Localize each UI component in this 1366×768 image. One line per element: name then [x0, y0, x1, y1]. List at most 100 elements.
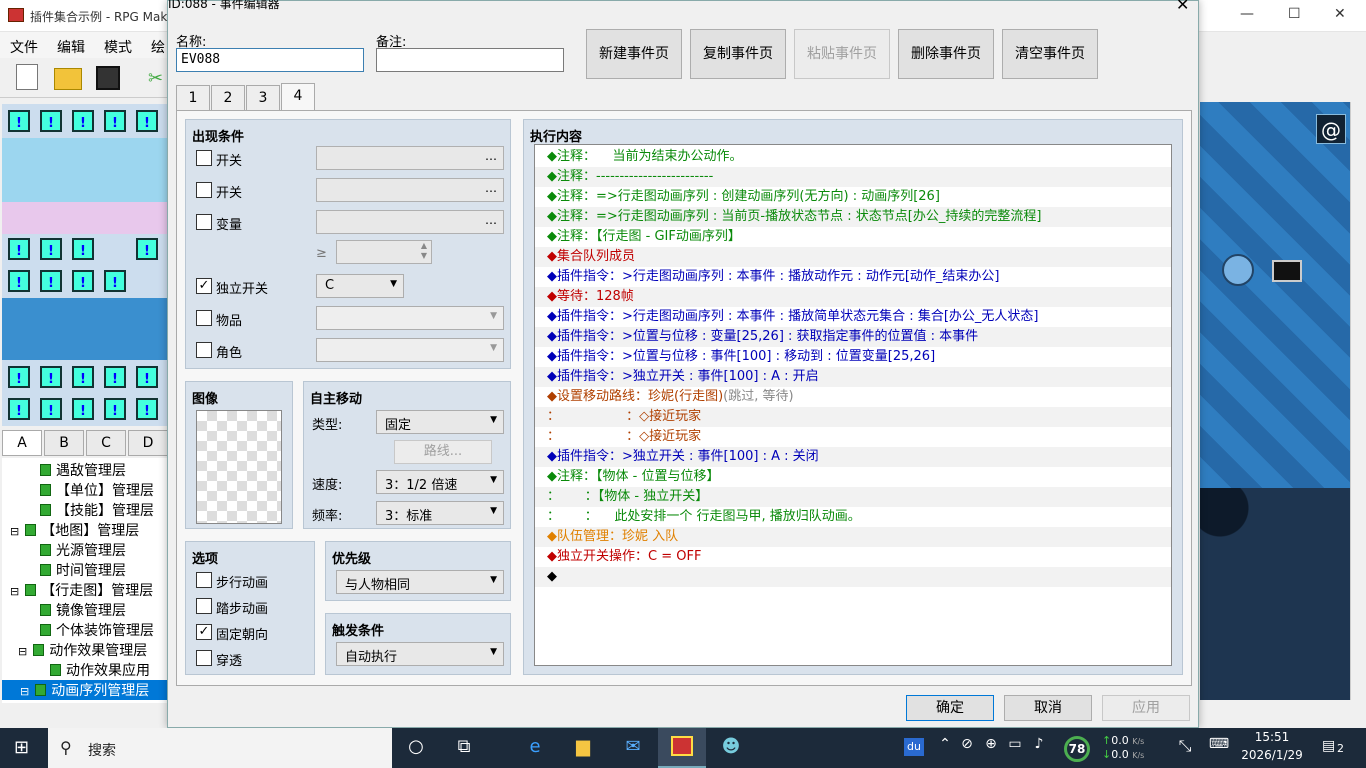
copy-page-button[interactable]: 复制事件页	[690, 29, 786, 79]
variable-number-stepper[interactable]: ▲ ▼	[336, 240, 432, 264]
apply-button[interactable]: 应用	[1102, 695, 1190, 721]
switch1-field[interactable]: …	[316, 146, 504, 170]
volume-icon[interactable]: ♪	[1026, 736, 1052, 760]
speed-select[interactable]: 3：1/2 倍速 ▼	[376, 470, 504, 494]
tree-item[interactable]: 【单位】管理层	[40, 480, 168, 500]
menu-mode[interactable]: 模式	[104, 37, 132, 57]
switch2-checkbox[interactable]	[196, 182, 212, 198]
ok-button[interactable]: 确定	[906, 695, 994, 721]
save-icon[interactable]	[96, 66, 120, 90]
tileset-tab-d[interactable]: D	[128, 430, 168, 456]
freq-select[interactable]: 3：标准 ▼	[376, 501, 504, 525]
pen-icon[interactable]: ⤡	[1172, 736, 1198, 760]
command-line[interactable]: ◆插件指令：>行走图动画序列 : 本事件 : 播放动作元 : 动作元[动作_结束…	[535, 267, 1171, 287]
command-line[interactable]: ◆集合队列成员	[535, 247, 1171, 267]
notification-icon[interactable]: ▤ 2	[1322, 738, 1346, 758]
network-off-icon[interactable]: ⊘	[954, 736, 980, 760]
tree-toggle-icon[interactable]: ⊟	[18, 645, 27, 658]
tree-item[interactable]: 时间管理层	[40, 560, 168, 580]
command-line[interactable]: ◆注释：=>行走图动画序列 : 创建动画序列(无方向) : 动画序列[26]	[535, 187, 1171, 207]
paste-page-button[interactable]: 粘贴事件页	[794, 29, 890, 79]
tree-item[interactable]: ⊟ 【地图】管理层	[10, 520, 168, 540]
command-line[interactable]: ： ：◇接近玩家	[535, 427, 1171, 447]
file-explorer-icon[interactable]: ▆	[570, 736, 596, 760]
tree-item[interactable]: 【技能】管理层	[40, 500, 168, 520]
tileset-palette[interactable]: ! ! ! ! ! ! ! ! ! ! ! ! ! ! ! ! ! ! ! ! …	[2, 104, 168, 426]
task-view-icon[interactable]: ⧉	[451, 736, 477, 760]
menu-draw[interactable]: 绘	[151, 37, 165, 57]
new-file-icon[interactable]	[16, 64, 38, 90]
tileset-tab-b[interactable]: B	[44, 430, 84, 456]
tree-item[interactable]: ⊟ 动作效果管理层	[18, 640, 168, 660]
direction-fix-checkbox[interactable]: ✓	[196, 624, 212, 640]
windows-start-icon[interactable]: ⊞	[14, 738, 34, 758]
command-line[interactable]: ◆注释：-------------------------	[535, 167, 1171, 187]
command-line[interactable]: ◆等待：128帧	[535, 287, 1171, 307]
priority-select[interactable]: 与人物相同 ▼	[336, 570, 504, 594]
command-line[interactable]: ： ：【物体 - 独立开关】	[535, 487, 1171, 507]
actor-select[interactable]: ▼	[316, 338, 504, 362]
tree-toggle-icon[interactable]: ⊟	[20, 685, 29, 698]
walking-anim-checkbox[interactable]	[196, 572, 212, 588]
note-input[interactable]	[376, 48, 564, 72]
tree-toggle-icon[interactable]: ⊟	[10, 585, 19, 598]
switch2-browse-button[interactable]: …	[485, 181, 497, 195]
tree-toggle-icon[interactable]: ⊟	[10, 525, 19, 538]
new-page-button[interactable]: 新建事件页	[586, 29, 682, 79]
minimize-icon[interactable]: —	[1240, 6, 1254, 22]
self-switch-select[interactable]: C ▼	[316, 274, 404, 298]
battery-icon[interactable]: ▭	[1002, 736, 1028, 760]
close-icon[interactable]: ✕	[1176, 0, 1189, 14]
battery-percentage[interactable]: 78	[1064, 736, 1090, 762]
stepping-anim-checkbox[interactable]	[196, 598, 212, 614]
cancel-button[interactable]: 取消	[1004, 695, 1092, 721]
tree-item[interactable]: 镜像管理层	[40, 600, 168, 620]
tree-item[interactable]: 光源管理层	[40, 540, 168, 560]
command-line[interactable]: ◆独立开关操作：C = OFF	[535, 547, 1171, 567]
edge-browser-icon[interactable]: e	[522, 736, 548, 760]
item-checkbox[interactable]	[196, 310, 212, 326]
tree-item[interactable]: 动作效果应用	[50, 660, 168, 680]
tree-item[interactable]: ⊟ 动画序列管理层	[2, 680, 168, 700]
command-line[interactable]: ◆插件指令：>行走图动画序列 : 本事件 : 播放简单状态元集合 : 集合[办公…	[535, 307, 1171, 327]
tab-page-2[interactable]: 2	[211, 85, 245, 111]
tree-item[interactable]: 遇敌管理层	[40, 460, 168, 480]
variable-field[interactable]: …	[316, 210, 504, 234]
command-line[interactable]: ： ： 此处安排一个 行走图马甲, 播放归队动画。	[535, 507, 1171, 527]
name-input[interactable]: EV088	[176, 48, 364, 72]
rpgmaker-taskbar-icon[interactable]	[658, 728, 706, 768]
command-line[interactable]: ◆队伍管理：珍妮 入队	[535, 527, 1171, 547]
delete-page-button[interactable]: 删除事件页	[898, 29, 994, 79]
tree-item[interactable]: 个体装饰管理层	[40, 620, 168, 640]
globe-icon[interactable]: ⊕	[978, 736, 1004, 760]
clock[interactable]: 15:51 2026/1/29	[1236, 730, 1308, 762]
actor-checkbox[interactable]	[196, 342, 212, 358]
route-button[interactable]: 路线...	[394, 440, 492, 464]
command-line[interactable]: ◆插件指令：>独立开关 : 事件[100] : A : 关闭	[535, 447, 1171, 467]
app-taskbar-icon[interactable]: ☻	[718, 736, 744, 760]
command-line[interactable]: ◆注释：【物体 - 位置与位移】	[535, 467, 1171, 487]
command-line[interactable]: ◆	[535, 567, 1171, 587]
command-line[interactable]: ◆注释：【行走图 - GIF动画序列】	[535, 227, 1171, 247]
command-line[interactable]: ◆插件指令：>独立开关 : 事件[100] : A : 开启	[535, 367, 1171, 387]
tileset-tab-a[interactable]: A	[2, 430, 42, 456]
map-canvas[interactable]: @	[1200, 102, 1366, 700]
tree-item[interactable]: ⊟ 【行走图】管理层	[10, 580, 168, 600]
variable-checkbox[interactable]	[196, 214, 212, 230]
switch1-browse-button[interactable]: …	[485, 149, 497, 163]
tab-page-3[interactable]: 3	[246, 85, 280, 111]
item-select[interactable]: ▼	[316, 306, 504, 330]
command-line[interactable]: ◆注释： 当前为结束办公动作。	[535, 147, 1171, 167]
menu-file[interactable]: 文件	[10, 37, 38, 57]
tab-page-4[interactable]: 4	[281, 83, 315, 111]
menu-edit[interactable]: 编辑	[57, 37, 85, 57]
variable-browse-button[interactable]: …	[485, 213, 497, 227]
command-list[interactable]: ◆注释： 当前为结束办公动作。 ◆注释：---------------------…	[534, 144, 1172, 666]
switch1-checkbox[interactable]	[196, 150, 212, 166]
mail-icon[interactable]: ✉	[620, 736, 646, 760]
cortana-icon[interactable]: ○	[403, 736, 429, 760]
close-window-icon[interactable]: ✕	[1334, 6, 1346, 22]
open-folder-icon[interactable]	[54, 68, 82, 90]
type-select[interactable]: 固定 ▼	[376, 410, 504, 434]
switch2-field[interactable]: …	[316, 178, 504, 202]
